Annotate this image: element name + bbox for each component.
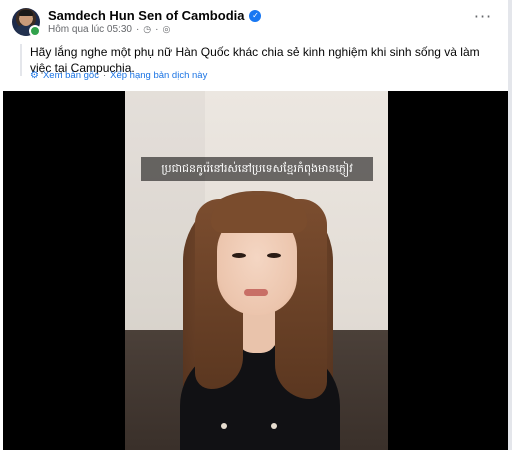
gear-icon[interactable]: ⚙	[30, 70, 39, 81]
translate-separator: ·	[102, 70, 107, 81]
clock-icon: ◷	[143, 24, 152, 35]
author-name-link[interactable]: Samdech Hun Sen of Cambodia	[48, 8, 244, 23]
video-subtitle: ប្រជាជនកូរ៉េនៅរស់នៅប្រទេសខ្មែរកំពុងមានភ្…	[141, 157, 373, 181]
verified-badge-icon: ✓	[249, 9, 262, 22]
see-original-link[interactable]: Xem bản gốc	[43, 70, 99, 81]
meta-separator-2: ·	[155, 24, 159, 35]
more-options-icon[interactable]: ···	[472, 9, 494, 28]
author-avatar[interactable]	[12, 8, 41, 37]
author-line: Samdech Hun Sen of Cambodia ✓	[48, 8, 262, 23]
rate-translation-link[interactable]: Xếp hạng bản dịch này	[110, 70, 207, 81]
video-player[interactable]: ប្រជាជនកូរ៉េនៅរស់នៅប្រទេសខ្មែរកំពុងមានភ្…	[3, 91, 508, 450]
right-scroll-strip	[508, 0, 512, 450]
globe-icon[interactable]: ◎	[163, 25, 171, 35]
post-timestamp[interactable]: Hôm qua lúc 05:30	[48, 24, 132, 35]
video-frame-content: ប្រជាជនកូរ៉េនៅរស់នៅប្រទេសខ្មែរកំពុងមានភ្…	[125, 91, 388, 450]
facebook-post-card: Samdech Hun Sen of Cambodia ✓ Hôm qua lú…	[0, 0, 509, 450]
online-status-dot	[29, 25, 41, 37]
meta-separator: ·	[135, 24, 140, 35]
translation-controls: ⚙ Xem bản gốc · Xếp hạng bản dịch này	[30, 70, 207, 81]
post-meta: Hôm qua lúc 05:30 · ◷ · ◎	[48, 24, 170, 35]
